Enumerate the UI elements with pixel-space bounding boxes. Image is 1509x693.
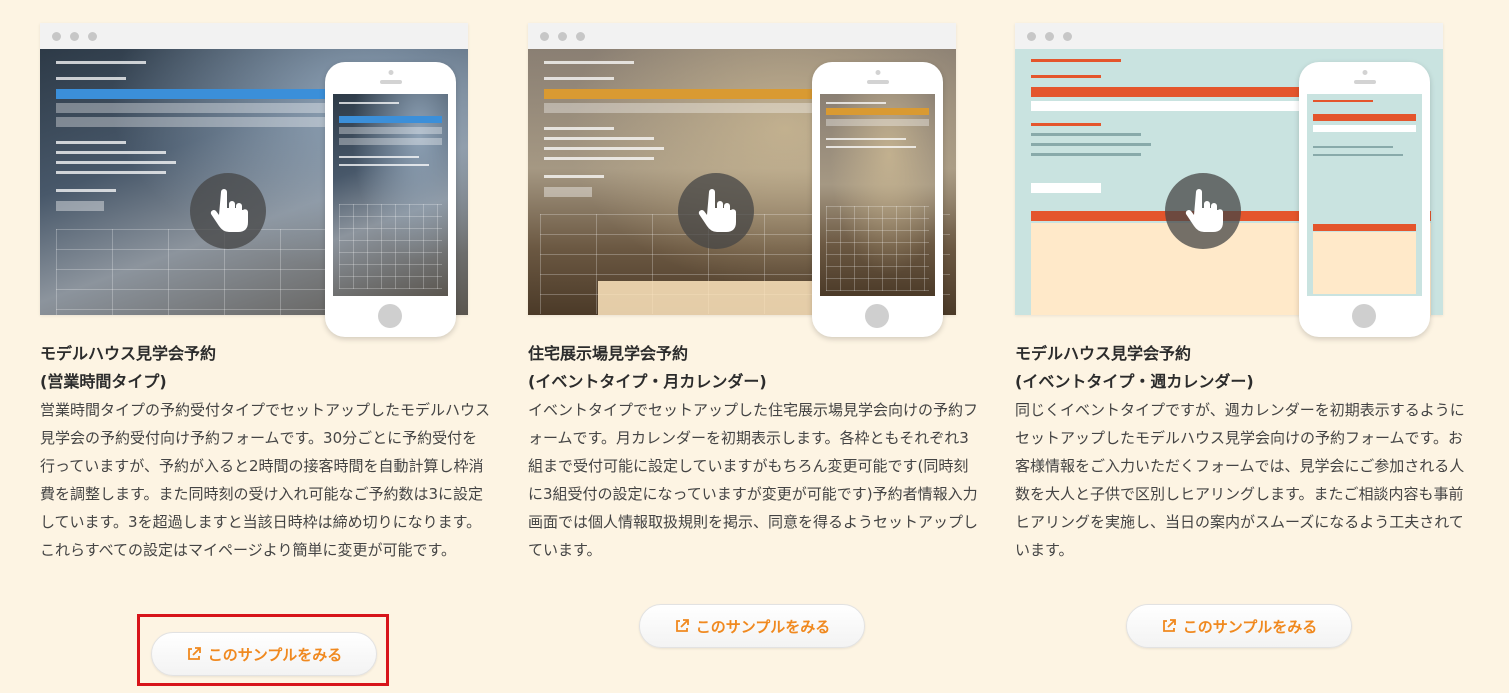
smartphone-mockup-3 (1299, 62, 1430, 337)
browser-dot-icon (70, 32, 79, 41)
card-title-line1: モデルハウス見学会予約 (1015, 344, 1192, 363)
hand-pointer-icon (190, 173, 266, 249)
button-label: このサンプルをみる (207, 645, 343, 664)
phone-camera (1362, 70, 1367, 75)
card-title: モデルハウス見学会予約 (営業時間タイプ) (40, 340, 500, 396)
external-link-icon (675, 619, 689, 632)
phone-speaker (866, 80, 889, 84)
phone-camera (388, 70, 393, 75)
phone-camera (875, 70, 880, 75)
phone-speaker (379, 80, 402, 84)
card-title-line2: (イベントタイプ・週カレンダー) (1015, 372, 1254, 391)
browser-title-bar (1015, 23, 1443, 49)
external-link-icon (1162, 619, 1176, 632)
card-title-line1: 住宅展示場見学会予約 (528, 344, 689, 363)
card-title-line2: (イベントタイプ・月カレンダー) (528, 372, 767, 391)
smartphone-mockup-2 (812, 62, 943, 337)
view-sample-button-3[interactable]: このサンプルをみる (1126, 604, 1352, 648)
button-label: このサンプルをみる (1182, 617, 1318, 636)
view-sample-button-2[interactable]: このサンプルをみる (639, 604, 865, 648)
phone-home-button (1352, 304, 1376, 328)
phone-home-button (865, 304, 889, 328)
card-title: モデルハウス見学会予約 (イベントタイプ・週カレンダー) (1015, 340, 1475, 396)
browser-dot-icon (52, 32, 61, 41)
card-description: 同じくイベントタイプですが、週カレンダーを初期表示するようにセットアップしたモデ… (1015, 401, 1465, 559)
button-label: このサンプルをみる (695, 617, 831, 636)
phone-form-screenshot (820, 94, 935, 296)
card-title-line2: (営業時間タイプ) (40, 372, 167, 391)
browser-dot-icon (88, 32, 97, 41)
browser-dot-icon (1045, 32, 1054, 41)
browser-title-bar (40, 23, 468, 49)
card-description: 営業時間タイプの予約受付タイプでセットアップしたモデルハウス見学会の予約受付向け… (40, 401, 491, 559)
phone-form-screenshot (333, 94, 448, 296)
browser-dot-icon (576, 32, 585, 41)
phone-form-screenshot (1307, 94, 1422, 296)
external-link-icon (187, 647, 201, 660)
hand-pointer-icon (1165, 173, 1241, 249)
browser-dot-icon (558, 32, 567, 41)
browser-dot-icon (1063, 32, 1072, 41)
card-title: 住宅展示場見学会予約 (イベントタイプ・月カレンダー) (528, 340, 988, 396)
phone-speaker (1353, 80, 1376, 84)
browser-dot-icon (1027, 32, 1036, 41)
phone-home-button (378, 304, 402, 328)
browser-title-bar (528, 23, 956, 49)
browser-dot-icon (540, 32, 549, 41)
view-sample-button-1[interactable]: このサンプルをみる (151, 632, 377, 676)
hand-pointer-icon (678, 173, 754, 249)
card-description: イベントタイプでセットアップした住宅展示場見学会向けの予約フォームです。月カレン… (528, 401, 979, 559)
card-title-line1: モデルハウス見学会予約 (40, 344, 217, 363)
smartphone-mockup-1 (325, 62, 456, 337)
